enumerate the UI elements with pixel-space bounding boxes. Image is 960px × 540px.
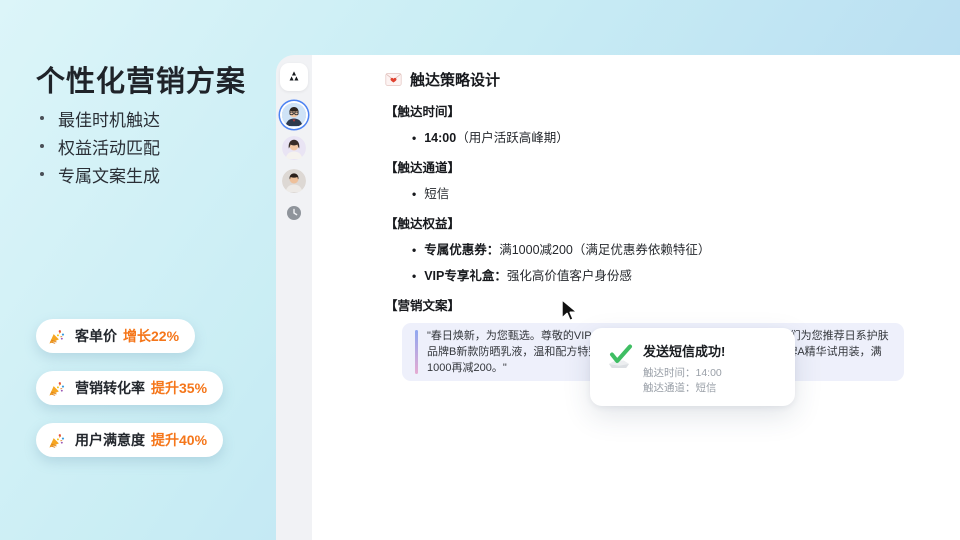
love-letter-icon [385,72,402,86]
party-popper-icon [49,433,65,448]
mouse-cursor-icon [561,298,578,322]
bullet-icon: • [412,269,417,283]
page-title: 个性化营销方案 [36,66,247,98]
list-item: • 短信 [412,187,450,201]
bullet-icon: • [412,243,417,257]
metric-label: 营销转化率 [75,380,145,396]
party-popper-icon [49,329,65,344]
metric-label: 用户满意度 [75,432,145,448]
list-item: • 14:00（用户活跃高峰期） [412,131,569,145]
agent-avatar-female[interactable] [282,136,306,160]
toast-title: 发送短信成功! [643,344,726,359]
metric-badges: 客单价 增长22% 营销转化率 提升35% 用户满意度 提升40% [36,319,224,457]
metric-value: 提升35% [151,380,208,396]
agent-avatar-male-glasses[interactable] [282,103,306,127]
section-heading-time: 【触达时间】 [385,105,461,119]
bullet-dot-icon [40,116,44,120]
section-heading-copy: 【营销文案】 [385,299,461,313]
quote-bar [415,330,418,374]
metric-label: 客单价 [75,328,117,344]
agent-avatar-male[interactable] [282,169,306,193]
feature-label: 权益活动匹配 [58,138,160,158]
list-item: • VIP专享礼盒：强化高价值客户身份感 [412,269,632,283]
app-panel: 触达策略设计 【触达时间】 • 14:00（用户活跃高峰期） 【触达通道】 • … [276,55,960,540]
feature-list: 最佳时机触达 权益活动匹配 专属文案生成 [38,104,160,188]
check-success-icon [609,344,632,368]
toast-detail-channel: 触达通道：短信 [643,382,717,394]
feature-item: 权益活动匹配 [38,132,160,160]
history-clock-icon[interactable] [286,205,302,221]
metric-value: 增长22% [123,328,180,344]
toast-detail-time: 触达时间：14:00 [643,367,722,379]
section-heading-benefit: 【触达权益】 [385,217,461,231]
sidebar-rail [276,55,312,540]
toast-sms-success: 发送短信成功! 触达时间：14:00 触达通道：短信 [590,328,795,406]
metric-badge-conversion: 营销转化率 提升35% [36,371,224,405]
bullet-icon: • [412,187,417,201]
metric-value: 提升40% [151,432,208,448]
bullet-dot-icon [40,144,44,148]
list-item: • 专属优惠券：满1000减200（满足优惠券依赖特征） [412,243,711,257]
app-logo-icon[interactable] [280,63,308,91]
party-popper-icon [49,381,65,396]
toast-body: 发送短信成功! 触达时间：14:00 触达通道：短信 [643,339,725,396]
metric-badge-satisfaction: 用户满意度 提升40% [36,423,224,457]
page: 个性化营销方案 最佳时机触达 权益活动匹配 专属文案生成 客单价 增长22% 营… [0,0,960,540]
bullet-dot-icon [40,172,44,176]
document: 触达策略设计 【触达时间】 • 14:00（用户活跃高峰期） 【触达通道】 • … [312,55,960,540]
feature-label: 最佳时机触达 [58,110,160,130]
feature-item: 最佳时机触达 [38,104,160,132]
bullet-icon: • [412,131,417,145]
document-title: 触达策略设计 [410,71,501,89]
metric-badge-avg-order: 客单价 增长22% [36,319,196,353]
feature-label: 专属文案生成 [58,166,160,186]
section-heading-channel: 【触达通道】 [385,161,461,175]
document-title-row: 触达策略设计 [385,68,920,90]
feature-item: 专属文案生成 [38,160,160,188]
